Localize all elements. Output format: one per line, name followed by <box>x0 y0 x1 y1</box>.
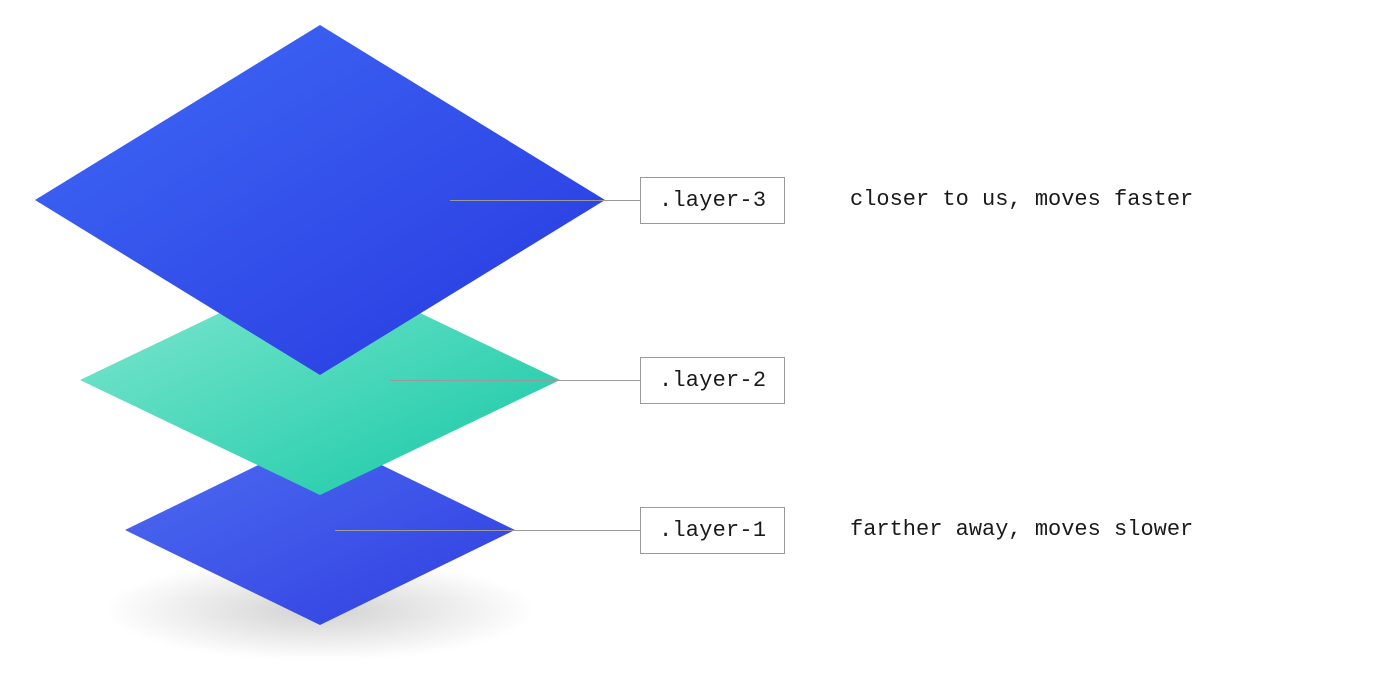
stacked-layers-svg <box>0 0 1385 695</box>
description-layer-3: closer to us, moves faster <box>850 187 1193 212</box>
label-text-layer-2: .layer-2 <box>659 368 766 393</box>
connector-layer-2 <box>390 380 640 381</box>
label-text-layer-1: .layer-1 <box>659 518 766 543</box>
label-pill-layer-1: .layer-1 <box>640 507 785 554</box>
label-text-layer-3: .layer-3 <box>659 188 766 213</box>
label-pill-layer-3: .layer-3 <box>640 177 785 224</box>
connector-layer-3 <box>450 200 640 201</box>
label-pill-layer-2: .layer-2 <box>640 357 785 404</box>
parallax-layer-diagram: .layer-3 closer to us, moves faster .lay… <box>0 0 1385 695</box>
description-layer-1: farther away, moves slower <box>850 517 1193 542</box>
connector-layer-1 <box>335 530 640 531</box>
